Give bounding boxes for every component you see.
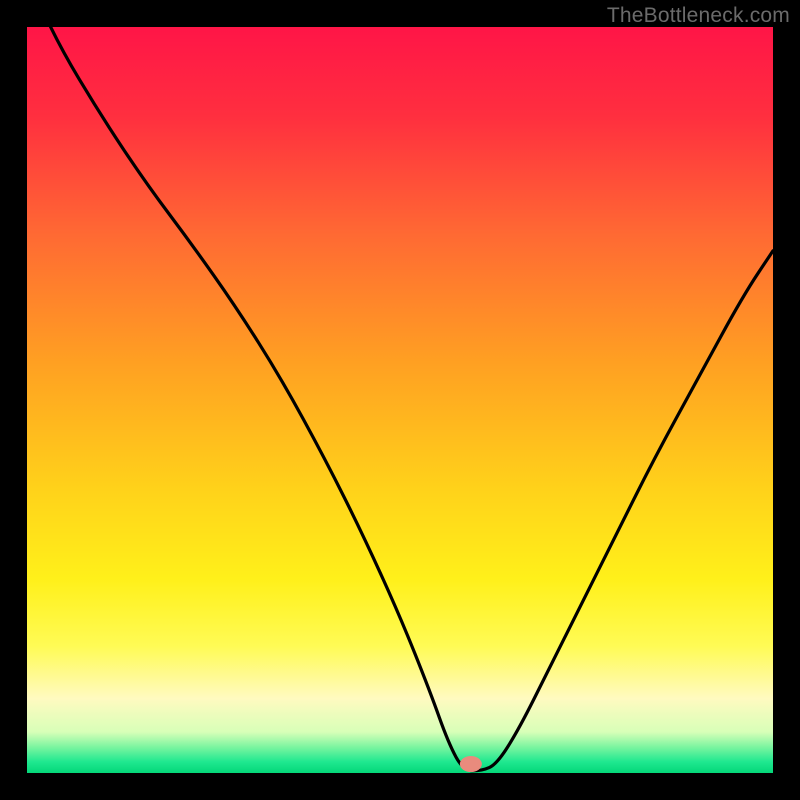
- gradient-background: [27, 27, 773, 773]
- plot-area: [27, 27, 773, 773]
- chart-frame: TheBottleneck.com: [0, 0, 800, 800]
- optimal-marker: [460, 756, 482, 772]
- bottleneck-chart: [27, 27, 773, 773]
- watermark-label: TheBottleneck.com: [607, 4, 790, 28]
